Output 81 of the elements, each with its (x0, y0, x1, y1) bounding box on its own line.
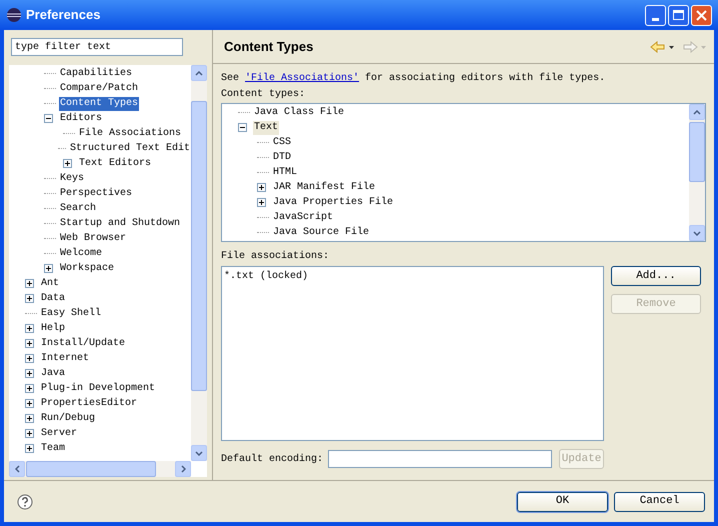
app-icon (6, 7, 22, 23)
file-associations-label: File associations: (221, 250, 330, 263)
tree-item[interactable]: DTD (272, 150, 292, 164)
collapse-icon[interactable] (238, 123, 247, 132)
tree-item[interactable]: Easy Shell (40, 306, 102, 320)
content-types-label: Content types: (221, 88, 306, 101)
expand-icon[interactable] (25, 369, 34, 378)
close-button[interactable] (691, 4, 712, 26)
tree-item[interactable]: Ant (40, 276, 60, 290)
expand-icon[interactable] (44, 264, 53, 273)
tree-item[interactable]: Keys (59, 172, 86, 186)
dialog-button[interactable]: Add... (611, 266, 701, 286)
tree-item[interactable]: Workspace (59, 262, 116, 276)
encoding-field[interactable] (328, 450, 552, 468)
tree-item[interactable]: Perspectives (59, 186, 134, 200)
horizontal-scrollbar[interactable] (9, 461, 191, 477)
tree-item[interactable]: Plug-in Development (40, 382, 156, 396)
list-item[interactable]: *.txt (locked) (224, 269, 603, 283)
expand-icon[interactable] (25, 444, 34, 453)
expand-icon[interactable] (25, 384, 34, 393)
tree-item[interactable]: File Associations (78, 126, 182, 140)
tree-item[interactable]: Text Editors (78, 156, 152, 170)
tree-item[interactable]: PropertiesEditor (40, 396, 138, 410)
tree-item[interactable]: Internet (40, 352, 90, 366)
tree-item[interactable]: Structured Text Edit (68, 142, 191, 156)
scroll-up-icon[interactable] (195, 70, 203, 76)
tree-item[interactable]: Java Source File (272, 226, 370, 240)
vertical-scrollbar[interactable] (191, 65, 207, 461)
close-icon[interactable] (696, 10, 707, 20)
tree-item[interactable]: Web Browser (59, 232, 128, 246)
expand-icon[interactable] (63, 159, 72, 168)
file-associations-link[interactable]: 'File Associations' (245, 73, 360, 84)
window-title: Preferences (26, 6, 102, 24)
tree-item[interactable]: Server (40, 426, 78, 440)
tree-item[interactable]: Capabilities (59, 66, 134, 80)
tree-item[interactable]: Compare/Patch (59, 82, 140, 96)
tree-item[interactable]: JavaScript (272, 210, 334, 224)
tree-item[interactable]: Startup and Shutdown (59, 216, 182, 230)
expand-icon[interactable] (25, 399, 34, 408)
scroll-left-icon[interactable] (14, 465, 20, 473)
scroll-down-icon[interactable] (693, 230, 701, 236)
tree-item[interactable]: Search (59, 202, 98, 216)
dialog-button[interactable]: OK (517, 492, 608, 512)
scroll-up-icon[interactable] (693, 110, 701, 114)
tree-item[interactable]: Java (40, 366, 66, 380)
vertical-scrollbar[interactable] (689, 104, 705, 241)
dialog-button[interactable]: Cancel (614, 492, 705, 512)
back-arrow-icon[interactable] (650, 40, 674, 52)
tree-item[interactable]: Java Properties File (272, 196, 394, 210)
tree-item[interactable]: Data (40, 292, 66, 306)
tree-item[interactable]: Text (253, 120, 280, 134)
filter-field[interactable]: type filter text (11, 38, 183, 56)
tree-item[interactable]: Install/Update (40, 336, 126, 350)
tree-item[interactable]: Java Class File (253, 106, 346, 120)
expand-icon[interactable] (25, 324, 34, 333)
tree-item[interactable]: Welcome (59, 246, 104, 260)
tree-item[interactable]: HTML (272, 166, 298, 180)
expand-icon[interactable] (25, 354, 34, 363)
maximize-button[interactable] (668, 4, 689, 26)
tree-item[interactable]: Run/Debug (40, 412, 96, 426)
tree-item[interactable]: Content Types (59, 96, 140, 110)
tree-item[interactable]: Team (40, 442, 66, 456)
expand-icon[interactable] (257, 183, 266, 192)
expand-icon[interactable] (25, 339, 34, 348)
expand-icon[interactable] (25, 414, 34, 423)
collapse-icon[interactable] (44, 114, 53, 123)
tree-item[interactable]: Help (40, 322, 66, 336)
expand-icon[interactable] (257, 198, 266, 207)
tree-item[interactable]: CSS (272, 136, 292, 150)
expand-icon[interactable] (25, 279, 34, 288)
expand-icon[interactable] (25, 429, 34, 438)
encoding-label: Default encoding: (221, 452, 324, 466)
tree-item[interactable]: JAR Manifest File (272, 180, 376, 194)
description-text: See 'File Associations' for associating editors with file types. (221, 72, 606, 85)
help-icon[interactable] (17, 494, 33, 510)
tree-item[interactable]: Editors (59, 112, 104, 126)
scroll-right-icon[interactable] (180, 465, 186, 473)
expand-icon[interactable] (25, 294, 34, 303)
minimize-button[interactable] (645, 4, 666, 26)
page-title: Content Types (224, 38, 314, 56)
scroll-down-icon[interactable] (195, 450, 203, 456)
